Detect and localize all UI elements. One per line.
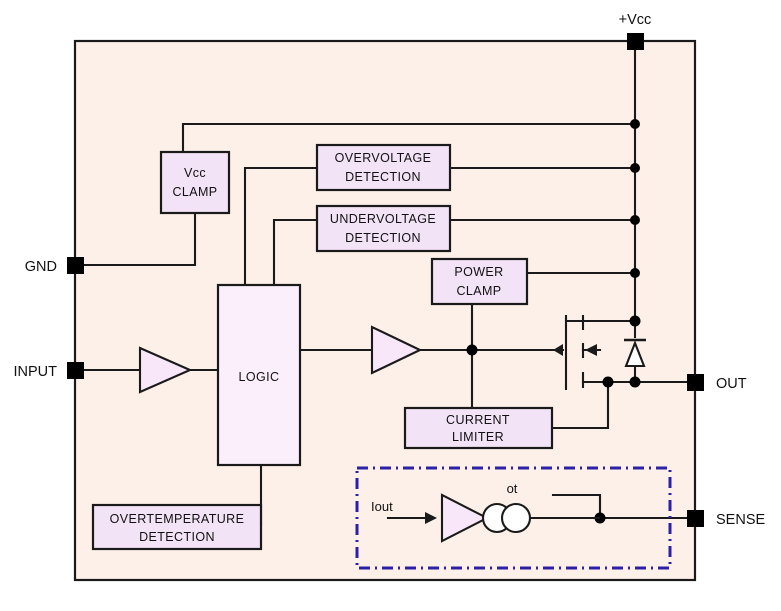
block-undervoltage-detection[interactable]: UNDERVOLTAGE DETECTION bbox=[315, 204, 452, 253]
pin-label-vcc: +Vcc bbox=[619, 12, 652, 28]
block-vcc-clamp-line2: CLAMP bbox=[172, 185, 217, 199]
dot-source-limiter bbox=[602, 376, 614, 388]
block-diagram-svg: Vcc CLAMP OVERVOLTAGE DETECTION UNDERVOL… bbox=[14, 12, 765, 582]
block-power-clamp-line2: CLAMP bbox=[456, 284, 501, 298]
block-overtemperature-line1: OVERTEMPERATURE bbox=[110, 512, 245, 526]
block-undervoltage-line1: UNDERVOLTAGE bbox=[330, 212, 436, 226]
block-overtemperature-line2: DETECTION bbox=[139, 530, 215, 544]
pin-label-gnd: GND bbox=[25, 259, 57, 275]
block-overtemperature-detection[interactable]: OVERTEMPERATURE DETECTION bbox=[91, 503, 263, 551]
pin-input-square bbox=[67, 362, 84, 379]
block-logic[interactable]: LOGIC bbox=[216, 283, 302, 467]
pin-vcc-square bbox=[627, 33, 644, 50]
pin-label-sense: SENSE bbox=[716, 512, 765, 528]
dot-vcc-uv bbox=[630, 215, 640, 225]
block-current-limiter-line1: CURRENT bbox=[446, 413, 510, 427]
label-ot: ot bbox=[507, 481, 518, 496]
pin-out-square bbox=[687, 374, 704, 391]
block-overvoltage-detection[interactable]: OVERVOLTAGE DETECTION bbox=[315, 143, 452, 192]
dot-source-diode bbox=[629, 376, 641, 388]
block-current-limiter[interactable]: CURRENT LIMITER bbox=[403, 406, 554, 450]
block-logic-label: LOGIC bbox=[239, 370, 280, 384]
block-power-clamp-line1: POWER bbox=[454, 265, 503, 279]
current-source-symbol bbox=[481, 502, 532, 534]
dot-vcc-pc bbox=[630, 268, 640, 278]
pin-label-input: INPUT bbox=[14, 364, 58, 380]
block-vcc-clamp[interactable]: Vcc CLAMP bbox=[159, 150, 231, 215]
dot-vcc-ov bbox=[630, 163, 640, 173]
block-undervoltage-line2: DETECTION bbox=[345, 231, 421, 245]
block-power-clamp[interactable]: POWER CLAMP bbox=[430, 257, 529, 306]
block-overvoltage-line2: DETECTION bbox=[345, 170, 421, 184]
diagram-canvas: Vcc CLAMP OVERVOLTAGE DETECTION UNDERVOL… bbox=[0, 0, 781, 611]
dot-gate-node bbox=[466, 344, 478, 356]
label-iout: Iout bbox=[371, 499, 393, 514]
pin-gnd-square bbox=[67, 257, 84, 274]
block-overvoltage-line1: OVERVOLTAGE bbox=[335, 151, 432, 165]
pin-sense-square bbox=[687, 510, 704, 527]
dot-vcc-clamp bbox=[630, 119, 640, 129]
dot-vcc-drain bbox=[629, 315, 641, 327]
block-vcc-clamp-line1: Vcc bbox=[184, 166, 206, 180]
block-current-limiter-line2: LIMITER bbox=[452, 430, 504, 444]
pin-label-out: OUT bbox=[716, 376, 747, 392]
